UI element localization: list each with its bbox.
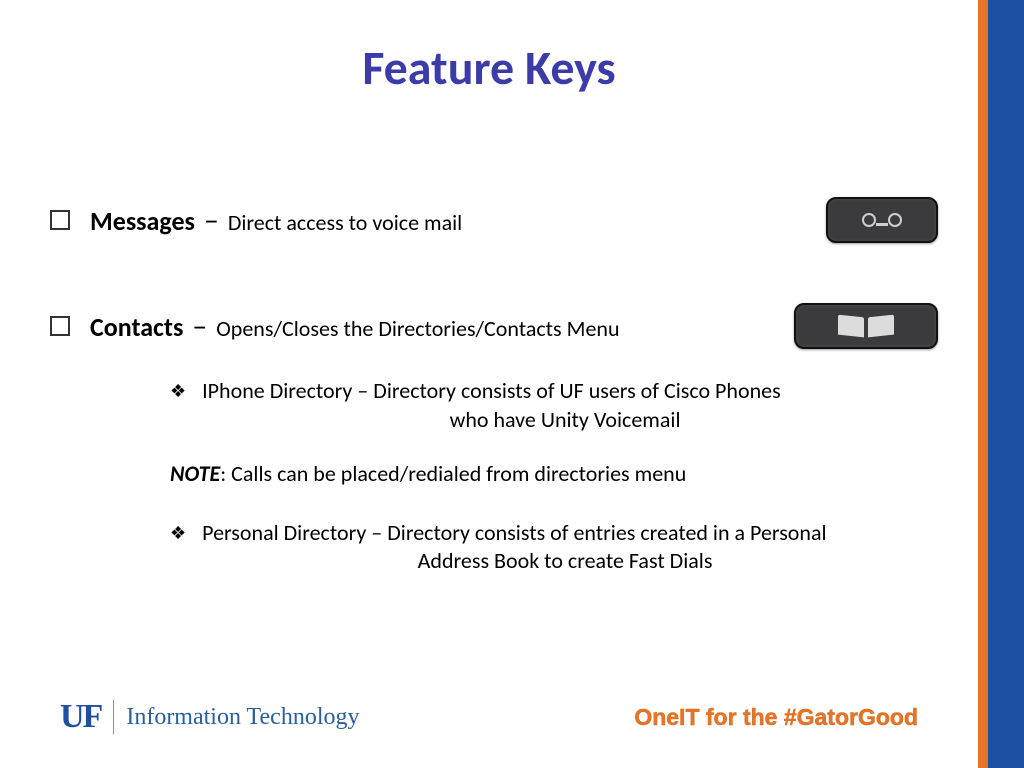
item-label: Messages — [90, 205, 195, 237]
book-icon — [838, 316, 894, 336]
footer: UF Information Technology OneIT for the … — [60, 698, 918, 736]
sub-line2: who have Unity Voicemail — [202, 406, 928, 435]
note-text: : Calls can be placed/redialed from dire… — [220, 460, 686, 487]
sub-text: IPhone Directory – Directory consists of… — [202, 377, 928, 434]
logo-divider — [113, 700, 114, 734]
stripe-blue — [988, 0, 1024, 768]
content-area: Feature Keys Messages – Direct access to… — [0, 0, 978, 768]
tagline: OneIT for the #GatorGood — [634, 704, 918, 731]
dash: – — [200, 202, 223, 239]
uf-logo: UF Information Technology — [60, 698, 359, 736]
item-messages: Messages – Direct access to voice mail — [50, 197, 938, 243]
dash: – — [188, 308, 211, 345]
item-desc: Opens/Closes the Directories/Contacts Me… — [216, 315, 619, 342]
item-label: Contacts — [90, 311, 183, 343]
diamond-bullet-icon: ❖ — [170, 522, 186, 576]
item-text: Messages – Direct access to voice mail — [90, 201, 814, 240]
sub-item-iphone-directory: ❖ IPhone Directory – Directory consists … — [170, 377, 928, 434]
sub-list: ❖ IPhone Directory – Directory consists … — [50, 377, 938, 434]
page-title: Feature Keys — [0, 38, 978, 97]
item-text: Contacts – Opens/Closes the Directories/… — [90, 307, 782, 346]
note-row: NOTE: Calls can be placed/redialed from … — [50, 460, 938, 489]
checkbox-bullet-icon — [50, 316, 70, 336]
voicemail-key-button — [826, 197, 938, 243]
body: Messages – Direct access to voice mail C… — [0, 197, 978, 576]
note-label: NOTE — [170, 460, 220, 487]
uf-mark: UF — [60, 698, 101, 736]
item-contacts: Contacts – Opens/Closes the Directories/… — [50, 303, 938, 349]
sub-line2: Address Book to create Fast Dials — [202, 547, 928, 576]
checkbox-bullet-icon — [50, 210, 70, 230]
slide: Feature Keys Messages – Direct access to… — [0, 0, 1024, 768]
sub-line1: Personal Directory – Directory consists … — [202, 519, 826, 546]
item-desc: Direct access to voice mail — [228, 209, 462, 236]
uf-dept: Information Technology — [126, 704, 359, 731]
voicemail-icon — [862, 213, 902, 227]
sub-text: Personal Directory – Directory consists … — [202, 519, 928, 576]
contacts-key-button — [794, 303, 938, 349]
diamond-bullet-icon: ❖ — [170, 380, 186, 434]
sub-item-personal-directory: ❖ Personal Directory – Directory consist… — [170, 519, 928, 576]
sub-line1: IPhone Directory – Directory consists of… — [202, 377, 781, 404]
stripe-orange — [978, 0, 988, 768]
sub-list: ❖ Personal Directory – Directory consist… — [50, 519, 938, 576]
